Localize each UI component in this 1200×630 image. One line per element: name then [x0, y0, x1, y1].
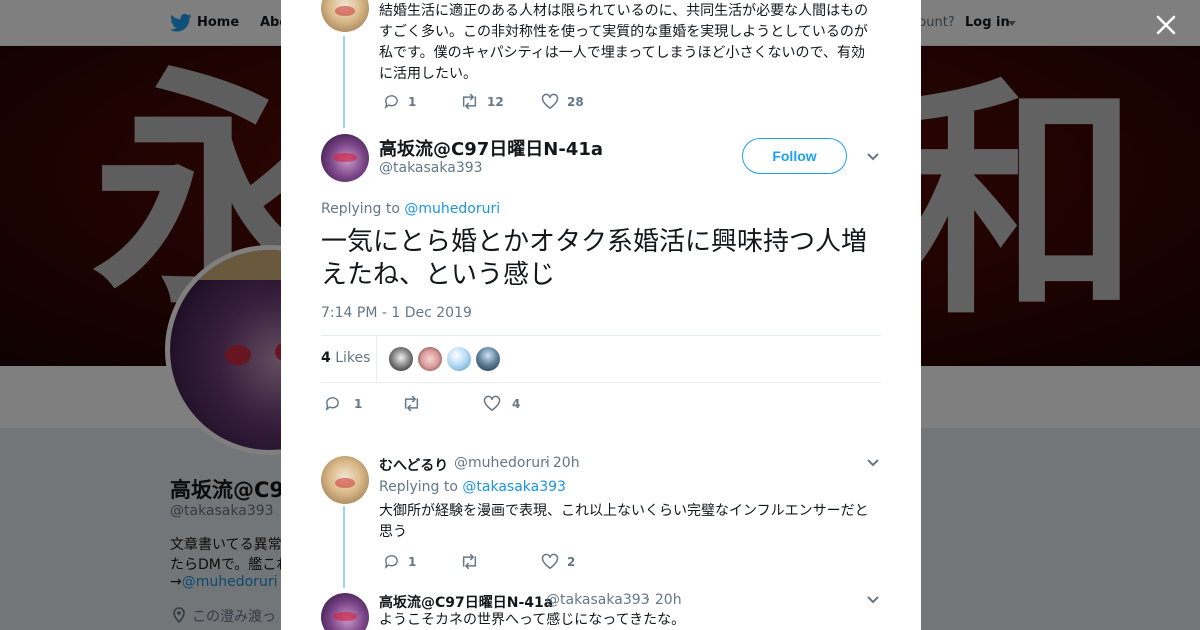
heart-icon	[541, 553, 559, 570]
likes-stat[interactable]: 4 Likes	[321, 350, 370, 366]
reply-button[interactable]: 1	[383, 553, 416, 570]
main-tweet-avatar[interactable]	[321, 134, 369, 182]
divider	[281, 436, 921, 444]
thread-connector-line	[343, 506, 345, 588]
reply-author-handle[interactable]: @takasaka393	[546, 592, 650, 608]
replying-label: Replying to	[379, 479, 458, 495]
replying-to-line: Replying to @takasaka393	[379, 479, 566, 495]
like-count: 4	[512, 396, 521, 411]
retweet-button[interactable]	[460, 553, 487, 570]
liker-avatar[interactable]	[389, 347, 413, 371]
like-count: 28	[567, 94, 584, 109]
reply-count: 1	[354, 396, 363, 411]
heart-icon	[541, 93, 559, 110]
retweet-button[interactable]: 12	[460, 93, 504, 110]
reply-button[interactable]: 1	[383, 93, 416, 110]
thread-connector-line	[343, 36, 345, 128]
retweet-icon	[462, 93, 477, 110]
reply-icon	[384, 555, 398, 569]
parent-tweet-avatar[interactable]	[321, 0, 369, 32]
retweet-icon	[404, 395, 419, 412]
retweet-count: 12	[487, 94, 504, 109]
reply-author-name[interactable]: むへどるり	[379, 455, 448, 475]
replying-to-link[interactable]: @takasaka393	[462, 479, 566, 495]
likes-stat-count: 4	[321, 350, 331, 366]
divider	[321, 335, 881, 336]
like-button[interactable]: 2	[541, 553, 575, 570]
like-button[interactable]: 28	[541, 93, 584, 110]
retweet-button[interactable]	[402, 395, 429, 412]
chevron-down-icon[interactable]	[866, 152, 880, 162]
reply-count: 1	[408, 554, 417, 569]
reply-icon	[325, 397, 339, 411]
chevron-down-icon[interactable]	[866, 595, 880, 605]
like-button[interactable]: 4	[483, 395, 520, 412]
divider	[376, 336, 377, 382]
reply-text: 大御所が経験を漫画で表現、これ以上ないくらい完璧なインフルエンサーだと思う	[379, 503, 869, 540]
liker-avatar[interactable]	[418, 347, 442, 371]
replying-to-link[interactable]: @muhedoruri	[404, 201, 500, 217]
close-icon[interactable]	[1152, 11, 1180, 39]
reply-icon	[384, 95, 398, 109]
reply-avatar[interactable]	[321, 593, 369, 630]
reply-author-name[interactable]: 高坂流@C97日曜日N-41a	[379, 592, 553, 612]
main-tweet-author-handle[interactable]: @takasaka393	[379, 160, 483, 176]
tweet-timestamp[interactable]: 7:14 PM - 1 Dec 2019	[321, 305, 472, 321]
reply-time[interactable]: · 20h	[544, 455, 580, 471]
retweet-icon	[462, 553, 477, 570]
likes-stat-label: Likes	[335, 350, 371, 366]
reply-author-handle[interactable]: @muhedoruri	[454, 455, 550, 471]
chevron-down-icon[interactable]	[866, 458, 880, 468]
reply-button[interactable]: 1	[324, 395, 362, 412]
reply-text: ようこそカネの世界へって感じになってきたな。	[379, 612, 686, 628]
liker-avatar[interactable]	[447, 347, 471, 371]
parent-tweet-text: 結婚生活に適正のある人材は限られているのに、共同生活が必要な人間はものすごく多い…	[379, 3, 869, 82]
reply-avatar[interactable]	[321, 456, 369, 504]
replying-to-line: Replying to @muhedoruri	[321, 201, 500, 217]
liker-avatar[interactable]	[476, 347, 500, 371]
main-tweet-text: 一気にとら婚とかオタク系婚活に興味持つ人増えたね、という感じ	[321, 227, 868, 290]
tweet-permalink-modal: 結婚生活に適正のある人材は限られているのに、共同生活が必要な人間はものすごく多い…	[281, 0, 921, 630]
main-tweet-author-name[interactable]: 高坂流@C97日曜日N-41a	[379, 135, 603, 161]
replying-label: Replying to	[321, 201, 400, 217]
like-count: 2	[567, 554, 576, 569]
divider	[321, 382, 881, 383]
follow-button[interactable]: Follow	[742, 138, 847, 174]
reply-count: 1	[408, 94, 417, 109]
heart-icon	[483, 395, 501, 412]
reply-time[interactable]: · 20h	[646, 592, 682, 608]
